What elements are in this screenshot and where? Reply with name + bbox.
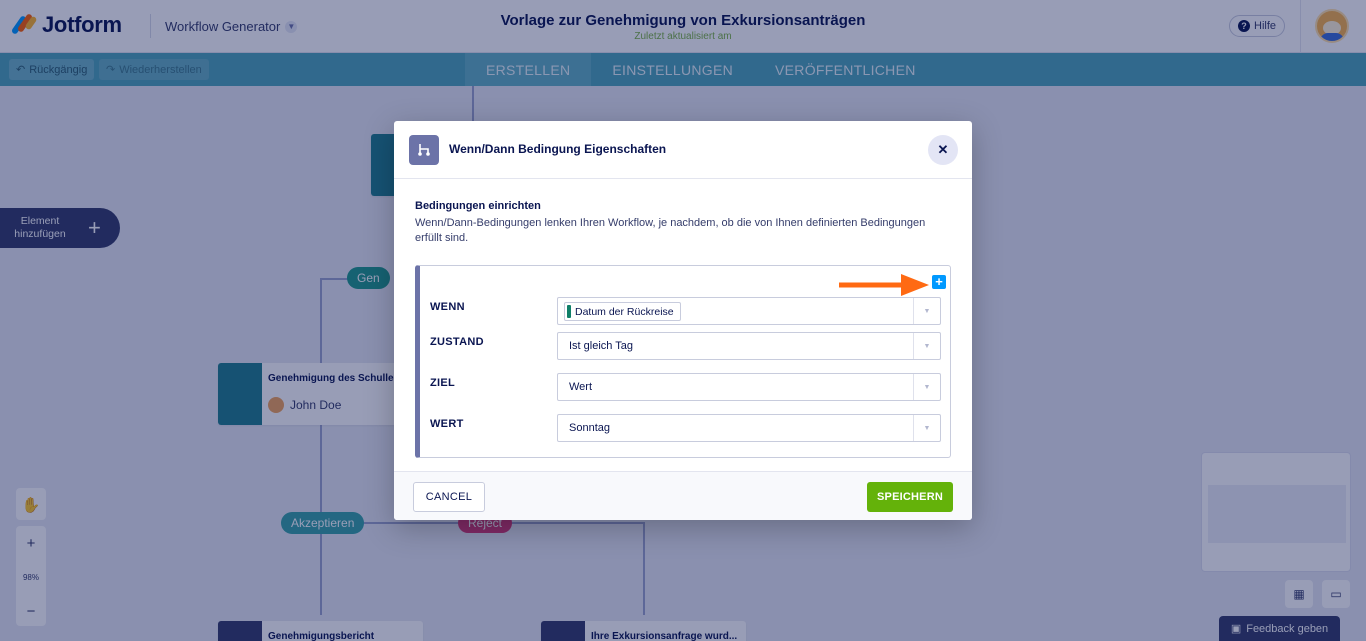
row-label-ziel: ZIEL — [430, 377, 456, 389]
wert-value: Sonntag — [569, 422, 610, 434]
zustand-value: Ist gleich Tag — [569, 340, 634, 352]
row-label-wert: WERT — [430, 418, 464, 430]
close-button[interactable]: ✕ — [928, 135, 958, 165]
dialog-header: Wenn/Dann Bedingung Eigenschaften ✕ — [394, 121, 972, 179]
condition-box: + WENN Datum der Rückreise ▼ ZUSTAND Ist… — [415, 265, 951, 458]
dialog-footer: CANCEL SPEICHERN — [394, 471, 972, 520]
plus-icon: + — [935, 274, 943, 289]
wenn-field-select[interactable]: Datum der Rückreise ▼ — [557, 297, 941, 325]
cancel-button[interactable]: CANCEL — [413, 482, 485, 512]
row-label-zustand: ZUSTAND — [430, 336, 484, 348]
add-condition-button[interactable]: + — [932, 275, 946, 289]
close-icon: ✕ — [937, 142, 949, 157]
save-button[interactable]: SPEICHERN — [867, 482, 953, 512]
section-description: Wenn/Dann-Bedingungen lenken Ihren Workf… — [415, 217, 926, 244]
pointer-arrow-icon — [839, 274, 929, 296]
condition-icon — [409, 135, 439, 165]
condition-properties-dialog: Wenn/Dann Bedingung Eigenschaften ✕ Bedi… — [394, 121, 972, 520]
ziel-select[interactable]: Wert ▼ — [557, 373, 941, 401]
dialog-title: Wenn/Dann Bedingung Eigenschaften — [449, 142, 667, 156]
section-title: Bedingungen einrichten — [415, 200, 541, 212]
selected-field-tag[interactable]: Datum der Rückreise — [564, 302, 681, 321]
row-label-wenn: WENN — [430, 301, 465, 313]
dropdown-arrow-icon: ▼ — [913, 298, 940, 324]
dropdown-arrow-icon: ▼ — [913, 333, 940, 359]
ziel-value: Wert — [569, 381, 593, 393]
dropdown-arrow-icon: ▼ — [913, 374, 940, 400]
wert-select[interactable]: Sonntag ▼ — [557, 414, 941, 442]
zustand-select[interactable]: Ist gleich Tag ▼ — [557, 332, 941, 360]
dropdown-arrow-icon: ▼ — [913, 415, 940, 441]
